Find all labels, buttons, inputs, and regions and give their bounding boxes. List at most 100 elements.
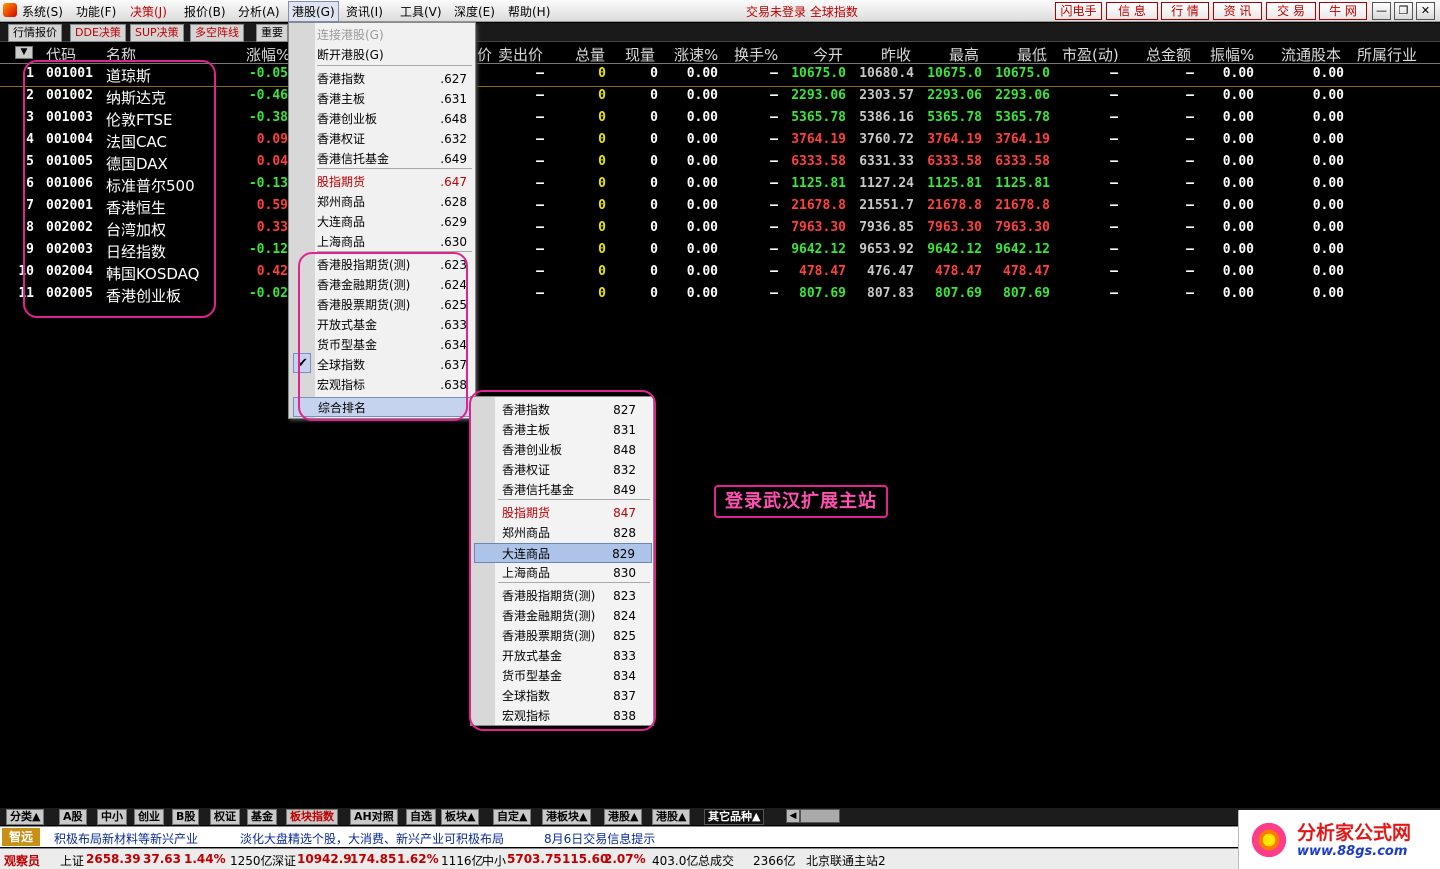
tab-quote[interactable]: 行情报价: [8, 24, 62, 42]
low-price: 3764.19: [995, 132, 1050, 147]
bottom-tab[interactable]: 分类▲: [6, 809, 45, 825]
bottom-tab[interactable]: 自定▲: [493, 809, 532, 825]
col-industry[interactable]: 所属行业: [1357, 44, 1417, 65]
bottom-tab[interactable]: 板块▲: [441, 809, 480, 825]
table-row[interactable]: 4 001004 法国CAC 0.09—0 0 0.00—3764.19 3760.72 37…: [0, 130, 1440, 152]
news-item[interactable]: 淡化大盘精选个股，大消费、新兴产业可积极布局: [240, 830, 504, 847]
news-item[interactable]: 积极布局新材料等新兴产业: [54, 830, 198, 847]
bottom-tab[interactable]: 其它品种▲: [704, 809, 765, 825]
menu-tools[interactable]: 工具(V): [400, 3, 442, 20]
col-open[interactable]: 今开: [813, 44, 843, 65]
menu-quote[interactable]: 报价(B): [184, 3, 226, 20]
bottom-tab[interactable]: 中小: [97, 809, 127, 825]
hk-menu-item[interactable]: 香港信托基金 .649: [317, 149, 467, 169]
bottom-tab[interactable]: A股: [59, 809, 87, 825]
col-prev-close[interactable]: 昨收: [881, 44, 911, 65]
market-button[interactable]: 行 情: [1161, 2, 1209, 20]
hk-menu-item[interactable]: 香港指数 .627: [317, 69, 467, 89]
table-row[interactable]: 9 002003 日经指数 -0.12—0 0 0.00—9642.12 9653.92 96…: [0, 240, 1440, 262]
bottom-tab[interactable]: 权证: [210, 809, 240, 825]
col-amount[interactable]: 总金额: [1146, 44, 1191, 65]
table-row[interactable]: 3 001003 伦敦FTSE -0.38—0 0 0.00—5365.78 5386.16…: [0, 108, 1440, 130]
menu-analysis[interactable]: 分析(A): [238, 3, 280, 20]
bottom-tab[interactable]: 港股▲: [652, 809, 691, 825]
total-amount: —: [1186, 88, 1194, 103]
table-row[interactable]: 2 001002 纳斯达克 -0.46—0 0 0.00—2293.06 2303.57 22…: [0, 86, 1440, 108]
info-button[interactable]: 信 息: [1106, 2, 1158, 20]
column-menu-icon[interactable]: ▼: [15, 46, 33, 59]
col-sell-price[interactable]: 卖出价: [498, 44, 543, 65]
bottom-tab[interactable]: AH对照: [350, 809, 398, 825]
hk-menu-item[interactable]: 大连商品 .629: [317, 212, 467, 232]
tab-important[interactable]: 重要: [256, 24, 288, 42]
table-row[interactable]: 11 002005 香港创业板 -0.02—0 0 0.00—807.69 807.83 80…: [0, 284, 1440, 306]
bottom-tab[interactable]: 基金: [247, 809, 277, 825]
hk-menu-item[interactable]: 股指期货 .647: [317, 172, 467, 192]
bottom-tab[interactable]: 板块指数: [286, 809, 338, 825]
niu-net-button[interactable]: 牛 网: [1319, 2, 1367, 20]
minimize-icon[interactable]: —: [1372, 2, 1391, 20]
hk-menu-item[interactable]: 断开港股(G): [317, 45, 467, 65]
float-shares: 0.00: [1312, 132, 1344, 147]
menu-item-shortcut: .632: [440, 132, 467, 146]
hk-menu-item[interactable]: 上海商品 .630: [317, 232, 467, 252]
table-row[interactable]: 1 001001 道琼斯 -0.05—0 0 0.00—10675.0 10680.4 106…: [0, 64, 1440, 86]
news-button[interactable]: 资 讯: [1213, 2, 1262, 20]
col-float-shares[interactable]: 流通股本: [1281, 44, 1341, 65]
total-amount: —: [1186, 242, 1194, 257]
pe-ratio: —: [1110, 176, 1118, 191]
menu-depth[interactable]: 深度(E): [454, 3, 495, 20]
bottom-tab[interactable]: 港板块▲: [542, 809, 592, 825]
col-speed[interactable]: 涨速%: [674, 44, 718, 65]
observer-label[interactable]: 观察员: [4, 852, 40, 869]
total-volume: 0: [598, 176, 606, 191]
table-row[interactable]: 5 001005 德国DAX 0.04—0 0 0.00—6333.58 6331.33 63…: [0, 152, 1440, 174]
hk-menu-item[interactable]: 香港创业板 .648: [317, 109, 467, 129]
tab-longshort[interactable]: 多空阵线: [190, 24, 244, 42]
tab-dde[interactable]: DDE决策: [70, 24, 126, 42]
bottom-tab[interactable]: 自选: [406, 809, 436, 825]
menu-item-shortcut: .649: [440, 152, 467, 166]
float-shares: 0.00: [1312, 154, 1344, 169]
col-amplitude[interactable]: 振幅%: [1210, 44, 1254, 65]
total-volume: 0: [598, 198, 606, 213]
restore-icon[interactable]: ❐: [1394, 2, 1413, 20]
news-item[interactable]: 8月6日交易信息提示: [544, 830, 655, 847]
col-change-pct[interactable]: 涨幅%: [246, 44, 290, 65]
scroll-left-icon[interactable]: ◀: [786, 809, 800, 823]
flash-trade-button[interactable]: 闪电手: [1055, 2, 1102, 20]
tab-sup[interactable]: SUP决策: [130, 24, 184, 42]
menu-decision[interactable]: 决策(J): [130, 3, 167, 20]
col-low[interactable]: 最低: [1017, 44, 1047, 65]
bottom-tab[interactable]: B股: [172, 809, 200, 825]
news-badge[interactable]: 智远: [2, 828, 40, 846]
table-row[interactable]: 8 002002 台湾加权 0.33—0 0 0.00—7963.30 7936.85 796…: [0, 218, 1440, 240]
menu-function[interactable]: 功能(F): [76, 3, 116, 20]
col-turnover[interactable]: 换手%: [734, 44, 778, 65]
menu-item-label: 香港信托基金: [317, 152, 390, 166]
menu-help[interactable]: 帮助(H): [508, 3, 550, 20]
hk-menu-item[interactable]: 香港主板 .631: [317, 89, 467, 109]
col-price[interactable]: 价: [477, 44, 492, 65]
hk-menu-item[interactable]: 郑州商品 .628: [317, 192, 467, 212]
menu-hkstock[interactable]: 港股(G): [288, 1, 339, 22]
speed: 0.00: [686, 110, 718, 125]
hk-menu-item[interactable]: 香港权证 .632: [317, 129, 467, 149]
col-total-vol[interactable]: 总量: [575, 44, 605, 65]
col-high[interactable]: 最高: [949, 44, 979, 65]
col-cur-vol[interactable]: 现量: [625, 44, 655, 65]
col-pe[interactable]: 市盈(动): [1062, 44, 1119, 65]
bottom-tab[interactable]: 创业: [134, 809, 164, 825]
table-row[interactable]: 6 001006 标准普尔500 -0.13—0 0 0.00—1125.81 1127.2…: [0, 174, 1440, 196]
trade-button[interactable]: 交 易: [1266, 2, 1316, 20]
sell-price: —: [536, 110, 544, 125]
bottom-tab[interactable]: 港股▲: [604, 809, 643, 825]
menu-info[interactable]: 资讯(I): [346, 3, 383, 20]
table-row[interactable]: 10 002004 韩国KOSDAQ 0.42—0 0 0.00—478.47 476.47…: [0, 262, 1440, 284]
tab-scrollbar[interactable]: [800, 809, 840, 823]
menu-system[interactable]: 系统(S): [22, 3, 63, 20]
server-name[interactable]: 北京联通主站2: [806, 852, 886, 869]
table-row[interactable]: 7 002001 香港恒生 0.59—0 0 0.00—21678.8 21551.7 216…: [0, 196, 1440, 218]
current-volume: 0: [650, 132, 658, 147]
close-icon[interactable]: ✕: [1416, 2, 1435, 20]
